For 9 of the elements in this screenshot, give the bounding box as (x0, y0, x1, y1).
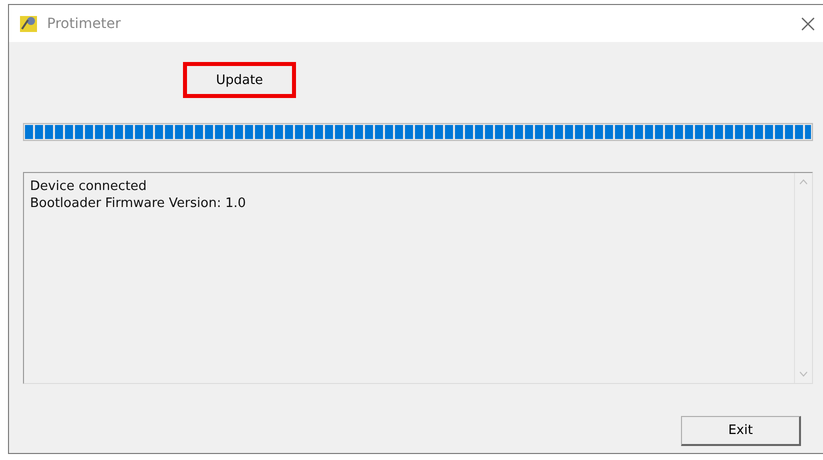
log-line: Device connected (30, 178, 148, 195)
app-icon (19, 14, 39, 34)
update-button[interactable]: Update (183, 62, 296, 98)
scroll-up-icon[interactable] (799, 179, 808, 185)
scroll-down-icon[interactable] (799, 371, 808, 377)
close-icon[interactable] (801, 16, 815, 30)
window-title: Protimeter (47, 16, 121, 32)
exit-button[interactable]: Exit (681, 416, 801, 446)
log-line: Bootloader Firmware Version: 1.0 (30, 195, 247, 212)
